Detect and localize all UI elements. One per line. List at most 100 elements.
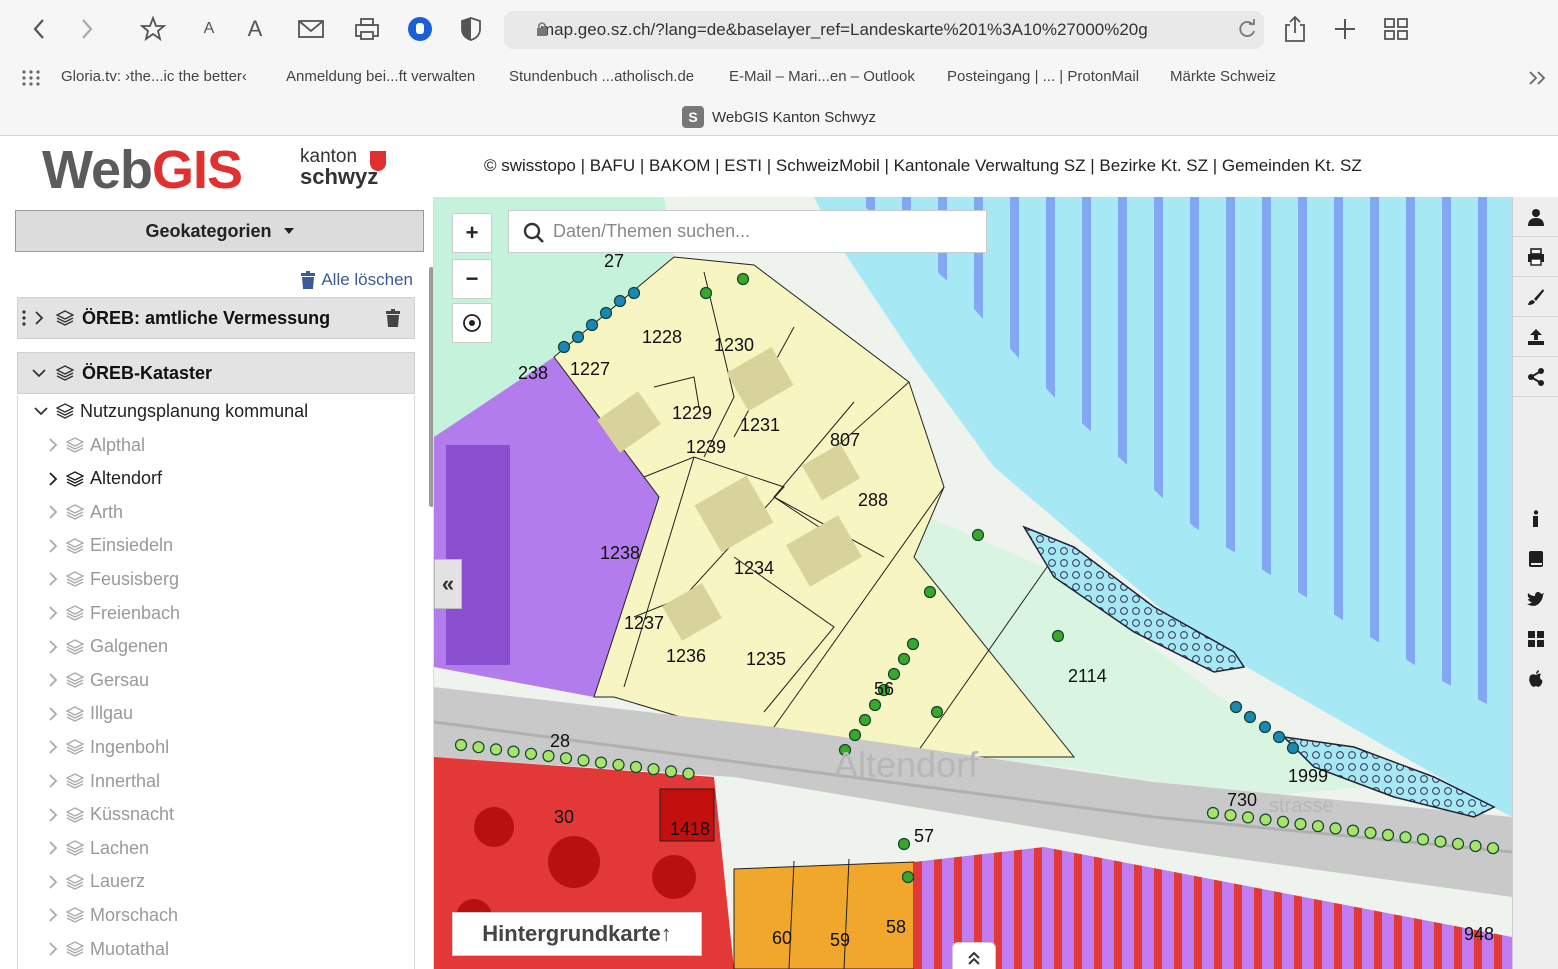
commercial-zone	[733, 861, 915, 969]
clear-all-button[interactable]: Alle löschen	[301, 270, 413, 290]
tree-item-muotathal[interactable]: Muotathal	[48, 934, 169, 964]
bookmark-link[interactable]: Gloria.tv: ›the...ic the better‹	[61, 68, 247, 85]
zoom-in-button[interactable]: +	[452, 213, 492, 253]
parcel-number: 58	[886, 917, 906, 937]
trash-icon[interactable]	[386, 309, 400, 327]
chevron-right-icon[interactable]	[48, 774, 58, 788]
apple-app-button[interactable]	[1513, 659, 1558, 699]
map-view[interactable]: 27 238 1227 1228 1230 1229 1231 1239 807 288 1238 1…	[434, 197, 1512, 969]
tree-item-altendorf[interactable]: Altendorf	[48, 464, 162, 494]
font-smaller-button[interactable]: A	[192, 12, 226, 46]
tree-item-freienbach[interactable]: Freienbach	[48, 598, 180, 628]
tree-marker	[1051, 629, 1065, 643]
tree-item-illgau[interactable]: Illgau	[48, 699, 133, 729]
double-chevron-right-icon[interactable]	[1528, 70, 1546, 86]
parcel-number: 27	[604, 251, 624, 271]
bookmark-link[interactable]: Anmeldung bei...ft verwalten	[286, 68, 475, 85]
tab-overview-button[interactable]	[1379, 12, 1413, 46]
chevron-right-icon[interactable]	[34, 311, 44, 325]
tree-item-alpthal[interactable]: Alpthal	[48, 430, 145, 460]
back-button[interactable]	[22, 12, 56, 46]
tree-marker	[971, 528, 985, 542]
tree-item-lachen[interactable]: Lachen	[48, 833, 149, 863]
apps-grid-icon[interactable]	[22, 70, 40, 86]
tree-item-label: Arth	[90, 501, 124, 522]
tree-marker	[472, 741, 485, 754]
drag-handle-icon[interactable]	[22, 309, 30, 327]
windows-icon	[1528, 631, 1544, 647]
share-button[interactable]	[1513, 357, 1558, 397]
chevron-right-icon[interactable]	[48, 606, 58, 620]
webgis-logo[interactable]: WebGIS	[42, 139, 243, 201]
geokategorien-dropdown[interactable]: Geokategorien	[15, 210, 424, 252]
map-canvas[interactable]: 27 238 1227 1228 1230 1229 1231 1239 807 288 1238 1…	[434, 197, 1512, 969]
chevron-down-icon[interactable]	[34, 406, 48, 416]
tree-item-morschach[interactable]: Morschach	[48, 900, 178, 930]
upload-button[interactable]	[1513, 317, 1558, 357]
chevron-right-icon[interactable]	[48, 707, 58, 721]
chevron-right-icon[interactable]	[48, 942, 58, 956]
tree-item-feusisberg[interactable]: Feusisberg	[48, 564, 179, 594]
new-tab-button[interactable]	[1328, 12, 1362, 46]
basemap-switch-button[interactable]: Hintergrundkarte↑	[452, 912, 702, 956]
book-icon	[1529, 551, 1543, 567]
tree-marker	[454, 738, 468, 752]
tree-marker	[599, 306, 613, 320]
layer-panel-oereb-kataster[interactable]: ÖREB-Kataster	[17, 352, 415, 394]
bookmark-link[interactable]: E-Mail – Mari...en – Outlook	[729, 68, 915, 85]
tree-item-einsiedeln[interactable]: Einsiedeln	[48, 531, 173, 561]
chevron-right-icon[interactable]	[48, 639, 58, 654]
share-page-button[interactable]	[1278, 12, 1312, 46]
address-bar[interactable]: map.geo.sz.ch/?lang=de&baselayer_ref=Lan…	[504, 11, 1264, 49]
chevron-down-icon[interactable]	[32, 368, 46, 378]
tree-item-galgenen[interactable]: Galgenen	[48, 632, 168, 662]
manual-button[interactable]	[1513, 539, 1558, 579]
tree-item-innerthal[interactable]: Innerthal	[48, 766, 160, 796]
tree-item-arth[interactable]: Arth	[48, 497, 123, 527]
locate-me-button[interactable]	[452, 303, 492, 343]
collapse-sidebar-button[interactable]: «	[434, 559, 462, 609]
search-input[interactable]: Daten/Themen suchen...	[508, 210, 987, 253]
chevron-right-icon[interactable]	[48, 438, 58, 452]
privacy-shield-button[interactable]	[454, 12, 488, 46]
bookmark-link[interactable]: Stundenbuch ...atholisch.de	[509, 68, 694, 85]
printer-icon	[355, 18, 379, 40]
active-tab[interactable]: S WebGIS Kanton Schwyz	[0, 100, 1558, 134]
chevron-right-icon[interactable]	[48, 807, 58, 822]
chevron-right-icon[interactable]	[48, 841, 58, 855]
bookmark-link[interactable]: Märkte Schweiz	[1170, 68, 1276, 85]
reload-icon[interactable]	[1236, 18, 1258, 40]
print-page-button[interactable]	[350, 12, 384, 46]
tree-marker	[1206, 806, 1220, 820]
expand-bottom-panel-button[interactable]	[952, 942, 996, 969]
twitter-button[interactable]	[1513, 579, 1558, 619]
bookmark-star-button[interactable]	[136, 12, 170, 46]
layer-panel-amtliche-vermessung[interactable]: ÖREB: amtliche Vermessung	[17, 297, 415, 339]
layers-icon	[66, 941, 84, 957]
font-larger-button[interactable]: A	[238, 12, 272, 46]
print-button[interactable]	[1513, 237, 1558, 277]
chevron-right-icon[interactable]	[48, 740, 58, 755]
tree-item-gersau[interactable]: Gersau	[48, 665, 149, 695]
draw-button[interactable]	[1513, 277, 1558, 317]
tree-item-küssnacht[interactable]: Küssnacht	[48, 800, 174, 830]
user-button[interactable]	[1513, 197, 1558, 237]
windows-app-button[interactable]	[1513, 619, 1558, 659]
info-button[interactable]	[1513, 499, 1558, 539]
tree-item-lauerz[interactable]: Lauerz	[48, 867, 145, 897]
tree-item-ingenbohl[interactable]: Ingenbohl	[48, 732, 169, 762]
tree-group-nutzungsplanung[interactable]: Nutzungsplanung kommunal	[34, 396, 308, 426]
parcel-number: 1229	[672, 403, 712, 423]
adblock-button[interactable]	[403, 12, 437, 46]
chevron-right-icon[interactable]	[48, 471, 58, 486]
mail-button[interactable]	[294, 12, 328, 46]
chevron-right-icon[interactable]	[48, 908, 58, 923]
chevron-right-icon[interactable]	[48, 875, 58, 889]
zoom-out-button[interactable]: −	[452, 259, 492, 299]
bookmark-link[interactable]: Posteingang | ... | ProtonMail	[947, 68, 1139, 85]
chevron-right-icon[interactable]	[48, 572, 58, 587]
forward-button[interactable]	[70, 12, 104, 46]
chevron-right-icon[interactable]	[48, 673, 58, 687]
chevron-right-icon[interactable]	[48, 505, 58, 519]
chevron-right-icon[interactable]	[48, 539, 58, 553]
